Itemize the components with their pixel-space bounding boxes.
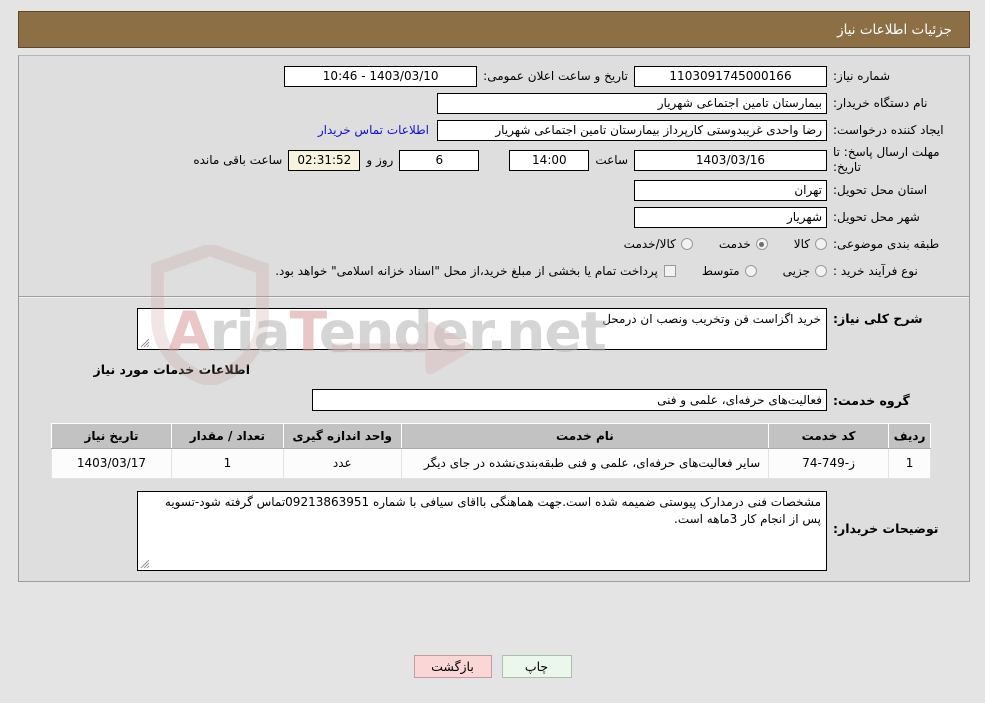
back-button[interactable]: بازگشت bbox=[413, 655, 492, 678]
category-option-kala-khedmat[interactable]: کالا/خدمت bbox=[624, 237, 693, 251]
days-label: روز و bbox=[366, 153, 394, 167]
cell-row-no: 1 bbox=[888, 447, 931, 480]
process-option-motevaset[interactable]: متوسط bbox=[702, 264, 757, 278]
buyer-contact-link[interactable]: اطلاعات تماس خریدار bbox=[310, 123, 437, 137]
form-row-province: استان محل تحویل: تهران bbox=[33, 178, 955, 202]
deadline-time-value: 14:00 bbox=[509, 149, 590, 171]
table-row: 1 ز-749-74 سایر فعالیت‌های حرفه‌ای، علمی… bbox=[51, 447, 931, 480]
form-row-creator: ایجاد کننده درخواست: رضا واحدی غریبدوستی… bbox=[33, 118, 955, 142]
process-label: نوع فرآیند خرید : bbox=[833, 263, 918, 278]
service-group-value: فعالیت‌های حرفه‌ای، علمی و فنی bbox=[312, 389, 827, 411]
buyer-notes-label: توضیحات خریدار: bbox=[833, 521, 939, 537]
cell-service-name: سایر فعالیت‌های حرفه‌ای، علمی و فنی طبقه… bbox=[400, 447, 770, 480]
print-button[interactable]: چاپ bbox=[501, 655, 572, 678]
col-need-date: تاریخ نیاز bbox=[51, 423, 172, 449]
radio-icon[interactable] bbox=[755, 238, 768, 250]
general-desc-label: شرح کلی نیاز: bbox=[833, 311, 923, 326]
treasury-bond-checkbox[interactable]: پرداخت تمام یا بخشی از مبلغ خرید،از محل … bbox=[275, 264, 676, 278]
radio-icon[interactable] bbox=[680, 238, 693, 250]
page-title: جزئیات اطلاعات نیاز bbox=[837, 21, 952, 38]
form-row-buyer-org: نام دستگاه خریدار: بیمارستان تامین اجتما… bbox=[33, 91, 955, 115]
table-header-row: ردیف کد خدمت نام خدمت واحد اندازه گیری ت… bbox=[51, 423, 931, 449]
remaining-days-value: 6 bbox=[399, 149, 480, 171]
cell-service-code: ز-749-74 bbox=[768, 447, 890, 480]
hour-label: ساعت bbox=[595, 153, 628, 167]
resize-grip-icon[interactable] bbox=[140, 559, 150, 569]
page-header: جزئیات اطلاعات نیاز bbox=[18, 11, 970, 48]
need-number-value: 1103091745000166 bbox=[634, 65, 827, 87]
buyer-org-label: نام دستگاه خریدار: bbox=[833, 95, 928, 110]
form-row-general-desc: شرح کلی نیاز: خرید اگزاست فن وتخریب ونصب… bbox=[33, 308, 955, 350]
buyer-notes-textarea[interactable]: مشخصات فنی درمدارک پیوستی ضمیمه شده است.… bbox=[137, 491, 827, 572]
radio-icon[interactable] bbox=[815, 265, 827, 277]
form-row-category: طبقه بندی موضوعی: کالا خدمت کالا/خدمت bbox=[33, 232, 955, 256]
cell-need-date: 1403/03/17 bbox=[51, 447, 172, 480]
radio-icon[interactable] bbox=[744, 265, 757, 277]
service-items-table: ردیف کد خدمت نام خدمت واحد اندازه گیری ت… bbox=[51, 423, 931, 480]
process-option-label: جزیی bbox=[782, 264, 810, 278]
deadline-label: مهلت ارسال پاسخ: تا تاریخ: bbox=[833, 145, 940, 174]
general-desc-textarea[interactable]: خرید اگزاست فن وتخریب ونصب ان درمحل bbox=[137, 308, 827, 350]
city-value: شهریار bbox=[634, 206, 827, 228]
form-row-deadline: مهلت ارسال پاسخ: تا تاریخ: 1403/03/16 سا… bbox=[33, 145, 955, 175]
category-label: طبقه بندی موضوعی: bbox=[833, 236, 940, 251]
action-button-bar: بازگشت چاپ bbox=[0, 655, 985, 678]
process-radio-group: جزیی متوسط پرداخت تمام یا بخشی از مبلغ خ… bbox=[249, 264, 827, 278]
buyer-org-value: بیمارستان تامین اجتماعی شهریار bbox=[437, 92, 827, 114]
province-value: تهران bbox=[634, 179, 827, 201]
need-number-label: شماره نیاز: bbox=[833, 68, 890, 83]
public-announce-value: 1403/03/10 - 10:46 bbox=[284, 65, 478, 87]
creator-label: ایجاد کننده درخواست: bbox=[833, 122, 944, 137]
city-label: شهر محل تحویل: bbox=[833, 209, 920, 224]
form-row-service-group: گروه خدمت: فعالیت‌های حرفه‌ای، علمی و فن… bbox=[33, 389, 955, 411]
service-items-table-wrapper: ردیف کد خدمت نام خدمت واحد اندازه گیری ت… bbox=[33, 423, 955, 480]
form-row-process: نوع فرآیند خرید : جزیی متوسط پرداخت تمام… bbox=[33, 259, 955, 283]
cell-unit: عدد bbox=[282, 447, 402, 480]
category-option-label: کالا bbox=[793, 237, 810, 251]
services-section-heading: اطلاعات خدمات مورد نیاز bbox=[93, 362, 251, 377]
deadline-date-value: 1403/03/16 bbox=[634, 149, 827, 171]
resize-grip-icon[interactable] bbox=[140, 338, 150, 348]
remaining-hours-label: ساعت باقی مانده bbox=[193, 153, 283, 167]
summary-form-section: شماره نیاز: 1103091745000166 تاریخ و ساع… bbox=[19, 56, 969, 292]
form-row-city: شهر محل تحویل: شهریار bbox=[33, 205, 955, 229]
province-label: استان محل تحویل: bbox=[833, 182, 928, 197]
category-option-kala[interactable]: کالا bbox=[794, 237, 827, 251]
checkbox-icon[interactable] bbox=[663, 265, 676, 277]
category-option-khedmat[interactable]: خدمت bbox=[719, 237, 768, 251]
process-option-jozee[interactable]: جزیی bbox=[783, 264, 827, 278]
col-service-name: نام خدمت bbox=[400, 423, 770, 449]
countdown-timer: 02:31:52 bbox=[288, 149, 361, 171]
col-quantity: تعداد / مقدار bbox=[170, 423, 284, 449]
col-row-no: ردیف bbox=[888, 423, 931, 449]
buyer-notes-value: مشخصات فنی درمدارک پیوستی ضمیمه شده است.… bbox=[164, 495, 821, 527]
service-details-section: شرح کلی نیاز: خرید اگزاست فن وتخریب ونصب… bbox=[19, 298, 969, 581]
general-desc-value: خرید اگزاست فن وتخریب ونصب ان درمحل bbox=[602, 312, 821, 326]
form-row-need-number: شماره نیاز: 1103091745000166 تاریخ و ساع… bbox=[33, 64, 955, 88]
category-radio-group: کالا خدمت کالا/خدمت bbox=[598, 237, 827, 251]
radio-icon[interactable] bbox=[815, 238, 827, 250]
need-details-panel: شماره نیاز: 1103091745000166 تاریخ و ساع… bbox=[18, 55, 970, 583]
col-unit: واحد اندازه گیری bbox=[282, 423, 402, 449]
treasury-note-text: پرداخت تمام یا بخشی از مبلغ خرید،از محل … bbox=[275, 264, 658, 278]
col-service-code: کد خدمت bbox=[768, 423, 890, 449]
public-announce-label: تاریخ و ساعت اعلان عمومی: bbox=[483, 69, 628, 83]
process-option-label: متوسط bbox=[701, 264, 740, 278]
creator-value: رضا واحدی غریبدوستی کارپرداز بیمارستان ت… bbox=[437, 119, 827, 141]
category-option-label: کالا/خدمت bbox=[623, 237, 676, 251]
category-option-label: خدمت bbox=[718, 237, 751, 251]
service-group-label: گروه خدمت: bbox=[833, 392, 910, 408]
form-row-buyer-notes: توضیحات خریدار: مشخصات فنی درمدارک پیوست… bbox=[33, 491, 955, 572]
cell-quantity: 1 bbox=[170, 447, 284, 480]
